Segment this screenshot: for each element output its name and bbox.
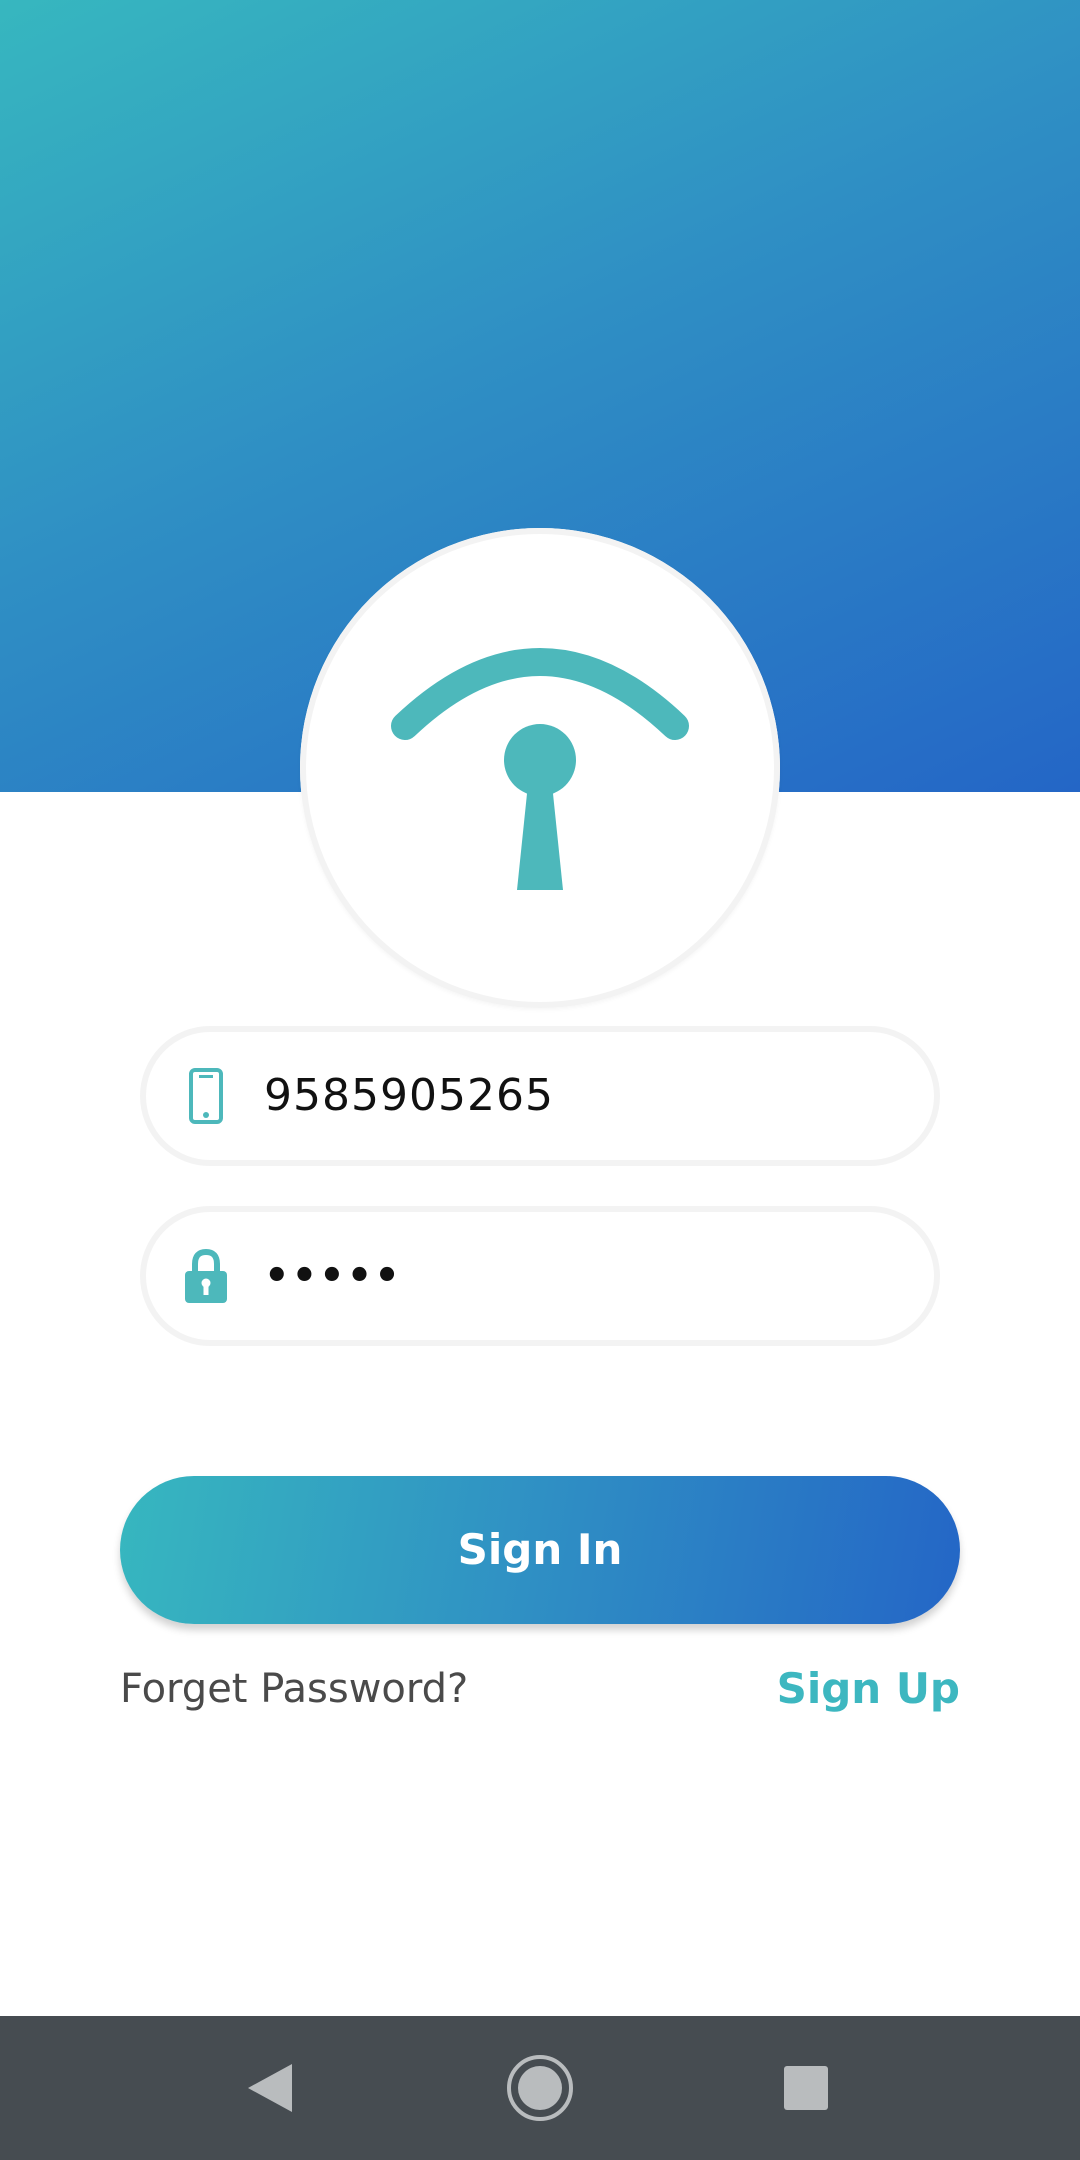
back-triangle-icon[interactable] <box>234 2052 306 2124</box>
phone-value[interactable]: 9585905265 <box>264 1032 554 1160</box>
sign-in-button[interactable]: Sign In <box>120 1476 960 1624</box>
phone-field[interactable]: 9585905265 <box>140 1026 940 1166</box>
recents-square-icon[interactable] <box>770 2052 842 2124</box>
sign-up-link[interactable]: Sign Up <box>777 1664 960 1713</box>
forgot-password-link[interactable]: Forget Password? <box>120 1666 468 1712</box>
login-screen: 9585905265 ••••• Sign In Forget Password… <box>0 0 1080 2160</box>
phone-icon <box>189 1068 223 1124</box>
password-field[interactable]: ••••• <box>140 1206 940 1346</box>
logo-badge <box>300 528 780 1008</box>
lock-icon <box>185 1248 227 1303</box>
system-navigation-bar <box>0 2016 1080 2160</box>
password-value[interactable]: ••••• <box>264 1212 402 1340</box>
home-circle-icon[interactable] <box>504 2052 576 2124</box>
signal-keyhole-logo-icon <box>391 648 689 890</box>
